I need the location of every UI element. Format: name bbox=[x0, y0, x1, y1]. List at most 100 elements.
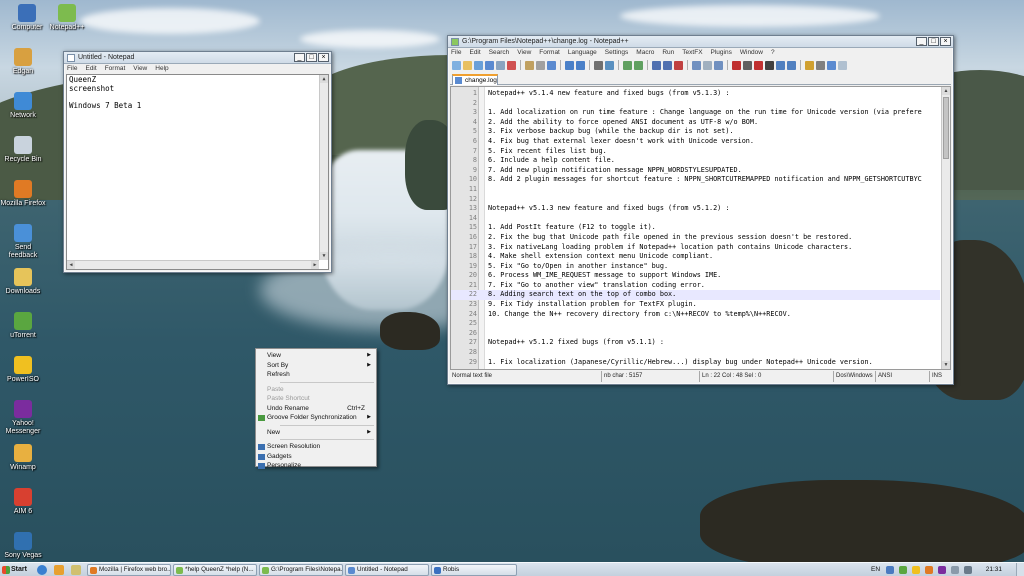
language-indicator[interactable]: EN bbox=[871, 563, 880, 576]
start-button[interactable]: Start bbox=[1, 564, 29, 576]
desktop-icon-recycle-bin[interactable]: Recycle Bin bbox=[0, 136, 46, 164]
context-item-gadgets[interactable]: Gadgets bbox=[256, 452, 376, 462]
toolbar-button-icon[interactable] bbox=[674, 60, 683, 70]
scroll-down-arrow-icon[interactable]: ▼ bbox=[942, 361, 950, 369]
toolbar-button-icon[interactable] bbox=[547, 60, 556, 70]
toolbar-button-icon[interactable] bbox=[838, 60, 847, 70]
notepad-titlebar[interactable]: Untitled - Notepad _ □ × bbox=[64, 52, 331, 64]
menu-edit[interactable]: Edit bbox=[85, 64, 96, 74]
toolbar-button-icon[interactable] bbox=[743, 60, 752, 70]
toolbar-button-icon[interactable] bbox=[787, 60, 796, 70]
toolbar-button-icon[interactable] bbox=[776, 60, 785, 70]
menu-format[interactable]: Format bbox=[105, 64, 126, 74]
scroll-up-arrow-icon[interactable]: ▲ bbox=[320, 75, 328, 83]
ie-quicklaunch-icon[interactable] bbox=[37, 565, 47, 575]
maximize-button[interactable]: □ bbox=[928, 37, 939, 46]
desktop-icon-yahoo-messenger[interactable]: Yahoo! Messenger bbox=[0, 400, 46, 436]
menu-help[interactable]: ? bbox=[771, 48, 775, 58]
toolbar-button-icon[interactable] bbox=[714, 60, 723, 70]
toolbar-button-icon[interactable] bbox=[805, 60, 814, 70]
menu-plugins[interactable]: Plugins bbox=[711, 48, 732, 58]
toolbar-button-icon[interactable] bbox=[827, 60, 836, 70]
toolbar-button-icon[interactable] bbox=[663, 60, 672, 70]
taskbar-button-mozilla-firefox-web-bro[interactable]: Mozilla | Firefox web bro... bbox=[87, 564, 171, 576]
context-item-sort-by[interactable]: Sort By ▶ bbox=[256, 361, 376, 371]
menu-help[interactable]: Help bbox=[155, 64, 168, 74]
desktop-icon-winamp[interactable]: Winamp bbox=[0, 444, 46, 472]
toolbar-button-icon[interactable] bbox=[474, 60, 483, 70]
scroll-thumb[interactable] bbox=[943, 97, 949, 159]
toolbar-button-icon[interactable] bbox=[507, 60, 516, 70]
toolbar-button-icon[interactable] bbox=[765, 60, 774, 70]
context-item-screen-resolution[interactable]: Screen Resolution bbox=[256, 442, 376, 452]
toolbar-button-icon[interactable] bbox=[452, 60, 461, 70]
toolbar-button-icon[interactable] bbox=[754, 60, 763, 70]
toolbar-button-icon[interactable] bbox=[576, 60, 585, 70]
toolbar-button-icon[interactable] bbox=[703, 60, 712, 70]
menu-textfx[interactable]: TextFX bbox=[682, 48, 702, 58]
desktop-icon-edgan[interactable]: Edgan bbox=[0, 48, 46, 76]
taskbar-button-g-program-files-notepa[interactable]: G:\Program Files\Notepa... bbox=[259, 564, 343, 576]
menu-format[interactable]: Format bbox=[539, 48, 560, 58]
desktop-icon-send-feedback[interactable]: Send feedback bbox=[0, 224, 46, 260]
maximize-button[interactable]: □ bbox=[306, 53, 317, 62]
context-item-personalize[interactable]: Personalize bbox=[256, 461, 376, 471]
notepadpp-editor[interactable]: 1 Notepad++ v5.1.4 new feature and fixed … bbox=[450, 86, 951, 370]
desktop-icon-notepad[interactable]: Notepad++ bbox=[44, 4, 90, 32]
desktop-icon-downloads[interactable]: Downloads bbox=[0, 268, 46, 296]
toolbar-button-icon[interactable] bbox=[496, 60, 505, 70]
taskbar-button-untitled-notepad[interactable]: Untitled - Notepad bbox=[345, 564, 429, 576]
menu-view[interactable]: View bbox=[133, 64, 147, 74]
toolbar-button-icon[interactable] bbox=[634, 60, 643, 70]
toolbar-button-icon[interactable] bbox=[623, 60, 632, 70]
menu-settings[interactable]: Settings bbox=[605, 48, 629, 58]
notepadpp-window[interactable]: G:\Program Files\Notepad++\change.log - … bbox=[447, 35, 954, 385]
context-item-undo-rename[interactable]: Undo Rename Ctrl+Z bbox=[256, 404, 376, 414]
context-item-new[interactable]: New ▶ bbox=[256, 428, 376, 438]
tray-app-icon[interactable] bbox=[925, 566, 933, 574]
taskbar-button-help-queenz-help-n[interactable]: *help QueenZ *help (N... bbox=[173, 564, 257, 576]
toolbar-button-icon[interactable] bbox=[525, 60, 534, 70]
toolbar-button-icon[interactable] bbox=[732, 60, 741, 70]
toolbar-button-icon[interactable] bbox=[485, 60, 494, 70]
show-desktop-button[interactable] bbox=[1016, 563, 1024, 576]
horizontal-scrollbar[interactable]: ◀ ▶ bbox=[67, 260, 319, 269]
notepadpp-titlebar[interactable]: G:\Program Files\Notepad++\change.log - … bbox=[448, 36, 953, 48]
vertical-scrollbar[interactable]: ▲ ▼ bbox=[319, 75, 328, 260]
desktop-icon-aim-6[interactable]: AIM 6 bbox=[0, 488, 46, 516]
toolbar-button-icon[interactable] bbox=[692, 60, 701, 70]
explorer-quicklaunch-icon[interactable] bbox=[71, 565, 81, 575]
desktop-icon-network[interactable]: Network bbox=[0, 92, 46, 120]
toolbar-button-icon[interactable] bbox=[816, 60, 825, 70]
desktop-icon-mozilla-firefox[interactable]: Mozilla Firefox bbox=[0, 180, 46, 208]
notepad-text-area[interactable]: QueenZ screenshot Windows 7 Beta 1 ▲ ▼ ◀ ▶ bbox=[66, 74, 329, 270]
context-item-groove-folder-synchronization[interactable]: Groove Folder Synchronization ▶ bbox=[256, 413, 376, 423]
menu-run[interactable]: Run bbox=[662, 48, 674, 58]
toolbar-button-icon[interactable] bbox=[605, 60, 614, 70]
network-icon[interactable] bbox=[951, 566, 959, 574]
menu-macro[interactable]: Macro bbox=[636, 48, 654, 58]
media-quicklaunch-icon[interactable] bbox=[54, 565, 64, 575]
desktop-icon-utorrent[interactable]: uTorrent bbox=[0, 312, 46, 340]
toolbar-button-icon[interactable] bbox=[536, 60, 545, 70]
menu-edit[interactable]: Edit bbox=[469, 48, 480, 58]
tab-change-log[interactable]: change.log bbox=[452, 74, 498, 85]
tray-app-icon[interactable] bbox=[886, 566, 894, 574]
toolbar-button-icon[interactable] bbox=[652, 60, 661, 70]
context-item-view[interactable]: View ▶ bbox=[256, 351, 376, 361]
taskbar-button-robis[interactable]: Robis bbox=[431, 564, 517, 576]
scroll-right-arrow-icon[interactable]: ▶ bbox=[311, 261, 319, 269]
menu-file[interactable]: File bbox=[67, 64, 77, 74]
scroll-up-arrow-icon[interactable]: ▲ bbox=[942, 87, 950, 95]
volume-icon[interactable] bbox=[964, 566, 972, 574]
scroll-left-arrow-icon[interactable]: ◀ bbox=[67, 261, 75, 269]
menu-language[interactable]: Language bbox=[568, 48, 597, 58]
menu-search[interactable]: Search bbox=[489, 48, 510, 58]
tray-app-icon[interactable] bbox=[912, 566, 920, 574]
minimize-button[interactable]: _ bbox=[916, 37, 927, 46]
context-item-refresh[interactable]: Refresh bbox=[256, 370, 376, 380]
vertical-scrollbar[interactable]: ▲ ▼ bbox=[941, 87, 950, 369]
minimize-button[interactable]: _ bbox=[294, 53, 305, 62]
desktop-icon-poweriso[interactable]: PowerISO bbox=[0, 356, 46, 384]
tray-app-icon[interactable] bbox=[899, 566, 907, 574]
